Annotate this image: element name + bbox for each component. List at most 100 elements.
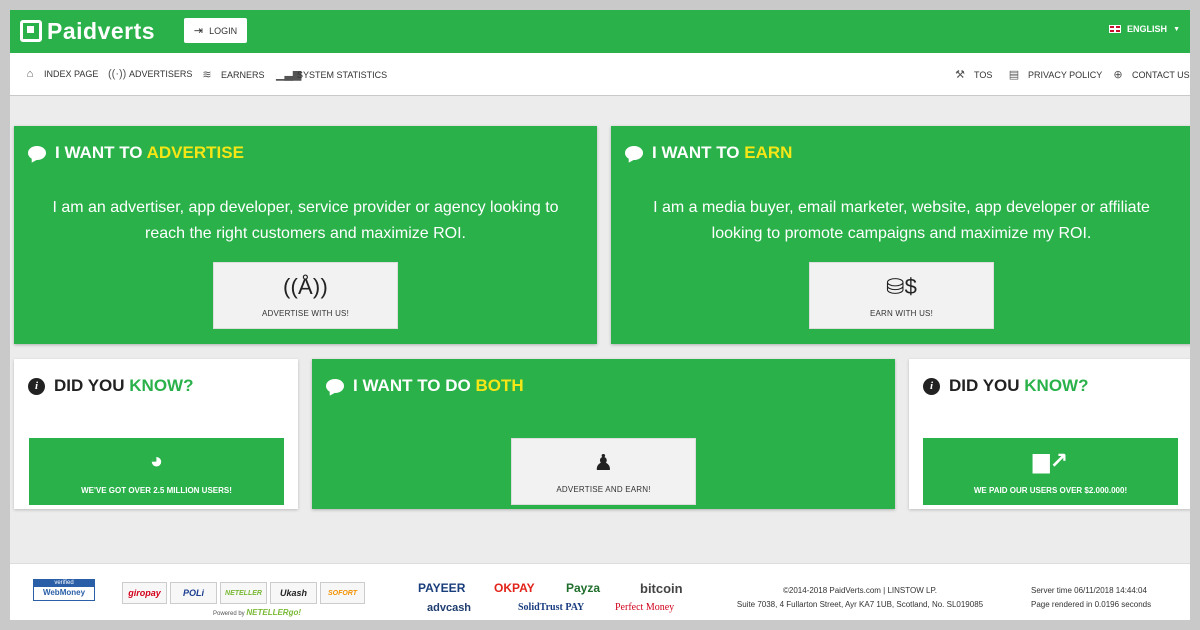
logo-text: Paidverts <box>47 17 156 44</box>
login-icon: ⇥ <box>193 25 204 37</box>
nav-label: TOS <box>974 69 993 80</box>
broadcast-icon: ((·)) <box>108 68 127 80</box>
language-selector[interactable]: ENGLISH ▼ <box>1109 24 1180 34</box>
ukash-logo: Ukash <box>270 582 317 604</box>
do-both-card: I WANT TO DO BOTH ♟ ADVERTISE AND EARN! <box>312 359 895 509</box>
do-both-title: I WANT TO DO BOTH <box>326 376 524 396</box>
users-stat-button[interactable]: ◕ WE'VE GOT OVER 2.5 MILLION USERS! <box>29 438 284 505</box>
title-prefix: I WANT TO DO <box>353 376 471 395</box>
address-line: Suite 7038, 4 Fullarton Street, Ayr KA7 … <box>736 600 984 609</box>
did-you-know-users-card: i DID YOU KNOW? ◕ WE'VE GOT OVER 2.5 MIL… <box>14 359 298 509</box>
nav-earners[interactable]: ≋ EARNERS <box>200 68 265 81</box>
nav-privacy-policy[interactable]: ▤ PRIVACY POLICY <box>1007 68 1102 81</box>
server-info: Server time 06/11/2018 14:44:04 Page ren… <box>1031 584 1151 612</box>
title-highlight: KNOW? <box>129 376 194 395</box>
button-label: ADVERTISE AND EARN! <box>556 485 651 494</box>
desc-line: reach the right customers and maximize R… <box>144 225 466 242</box>
coins-dollar-icon: ⛁$ <box>885 274 918 299</box>
home-icon: ⌂ <box>26 68 34 80</box>
language-label: ENGLISH <box>1127 24 1168 34</box>
nav-bar: ⌂ INDEX PAGE ((·)) ADVERTISERS ≋ EARNERS… <box>10 53 1190 96</box>
payeer-logo: PAYEER <box>418 581 466 595</box>
nav-label: EARNERS <box>221 69 265 80</box>
desc-line: looking to promote campaigns and maximiz… <box>711 225 1092 242</box>
nav-label: SYSTEM STATISTICS <box>297 69 388 80</box>
top-bar: Paidverts ⇥ LOGIN ENGLISH ▼ <box>10 10 1190 53</box>
caret-down-icon: ▼ <box>1173 25 1180 33</box>
title-highlight: ADVERTISE <box>146 143 244 162</box>
neteller-logo: NETELLER <box>220 582 267 604</box>
earn-title: I WANT TO EARN <box>625 143 792 163</box>
title-highlight: KNOW? <box>1024 376 1089 395</box>
nav-system-statistics[interactable]: ▁▃▆ SYSTEM STATISTICS <box>276 68 387 81</box>
title-highlight: EARN <box>744 143 793 162</box>
server-time: Server time 06/11/2018 14:44:04 <box>1031 586 1147 595</box>
nav-tos[interactable]: ⚒ TOS <box>953 68 992 81</box>
webmoney-name: WebMoney <box>42 588 86 597</box>
copyright: ©2014-2018 PaidVerts.com | LINSTOW LP. S… <box>720 584 1000 612</box>
desc-line: I am an advertiser, app developer, servi… <box>52 199 559 216</box>
footer: verified WebMoney giropay POLi NETELLER … <box>10 563 1190 620</box>
gavel-icon: ⚒ <box>955 69 965 81</box>
title-prefix: I WANT TO <box>55 143 143 162</box>
growth-chart-icon: ▆↗ <box>1032 448 1069 473</box>
bar-chart-icon: ▁▃▆ <box>276 69 302 81</box>
perfect-money-logo: Perfect Money <box>615 602 675 613</box>
paid-stat-button[interactable]: ▆↗ WE PAID OUR USERS OVER $2.000.000! <box>923 438 1178 505</box>
solidtrust-logo: SolidTrust PAY <box>518 602 585 613</box>
copyright-line: ©2014-2018 PaidVerts.com | LINSTOW LP. <box>783 586 937 595</box>
nav-contact-us[interactable]: ⊕ CONTACT US <box>1111 68 1189 81</box>
login-button[interactable]: ⇥ LOGIN <box>184 18 247 43</box>
poli-logo: POLi <box>170 582 217 604</box>
advertise-description: I am an advertiser, app developer, servi… <box>14 195 597 247</box>
info-icon: i <box>923 377 940 395</box>
desc-line: I am a media buyer, email marketer, webs… <box>653 199 1150 216</box>
chat-bubble-icon <box>625 146 643 160</box>
lifebuoy-icon: ⊕ <box>1113 69 1123 81</box>
title-prefix: DID YOU <box>949 376 1020 395</box>
businessman-icon: ♟ <box>593 450 614 475</box>
earn-with-us-button[interactable]: ⛁$ EARN WITH US! <box>809 262 994 329</box>
earn-description: I am a media buyer, email marketer, webs… <box>611 195 1190 247</box>
button-label: EARN WITH US! <box>869 309 934 318</box>
chat-bubble-icon <box>326 379 344 393</box>
logo[interactable]: Paidverts <box>20 17 155 45</box>
advertise-and-earn-button[interactable]: ♟ ADVERTISE AND EARN! <box>511 438 696 505</box>
payza-logo: Payza <box>566 581 601 595</box>
page-frame: Paidverts ⇥ LOGIN ENGLISH ▼ ⌂ INDEX PAGE… <box>10 10 1190 620</box>
pie-chart-icon: ◕ <box>149 448 164 473</box>
powered-by: Powered by NETELLERgo! <box>213 608 301 617</box>
title-prefix: I WANT TO <box>652 143 740 162</box>
giropay-logo: giropay <box>122 582 167 604</box>
did-you-know-title: i DID YOU KNOW? <box>28 376 194 396</box>
nav-label: INDEX PAGE <box>44 69 99 79</box>
button-label: ADVERTISE WITH US! <box>261 309 350 318</box>
stat-label: WE'VE GOT OVER 2.5 MILLION USERS! <box>81 486 232 495</box>
stat-label: WE PAID OUR USERS OVER $2.000.000! <box>973 486 1128 495</box>
login-label: LOGIN <box>209 25 238 36</box>
advertise-title: I WANT TO ADVERTISE <box>28 143 244 163</box>
title-highlight: BOTH <box>475 376 524 395</box>
chat-bubble-icon <box>28 146 46 160</box>
powered-brand: NETELLERgo! <box>246 608 302 617</box>
powered-prefix: Powered by <box>213 611 245 617</box>
advcash-logo: advcash <box>427 602 472 614</box>
webmoney-badge[interactable]: verified WebMoney <box>33 579 95 601</box>
nav-index-page[interactable]: ⌂ INDEX PAGE <box>23 68 99 80</box>
advertise-with-us-button[interactable]: ((Å)) ADVERTISE WITH US! <box>213 262 398 329</box>
did-you-know-paid-card: i DID YOU KNOW? ▆↗ WE PAID OUR USERS OVE… <box>909 359 1190 509</box>
info-icon: i <box>28 377 45 395</box>
advertise-card: I WANT TO ADVERTISE I am an advertiser, … <box>14 126 597 344</box>
webmoney-verified: verified <box>34 580 94 587</box>
okpay-logo: OKPAY <box>494 581 535 595</box>
did-you-know-title: i DID YOU KNOW? <box>923 376 1089 396</box>
document-icon: ▤ <box>1008 69 1020 81</box>
logo-icon <box>20 20 42 42</box>
bitcoin-logo: bitcoin <box>640 581 683 596</box>
uk-flag-icon <box>1109 25 1122 33</box>
nav-label: PRIVACY POLICY <box>1028 69 1103 80</box>
render-time: Page rendered in 0.0196 seconds <box>1031 600 1152 609</box>
nav-advertisers[interactable]: ((·)) ADVERTISERS <box>108 68 192 80</box>
sofort-logo: SOFORT <box>320 582 365 604</box>
antenna-icon: ((Å)) <box>283 274 328 299</box>
